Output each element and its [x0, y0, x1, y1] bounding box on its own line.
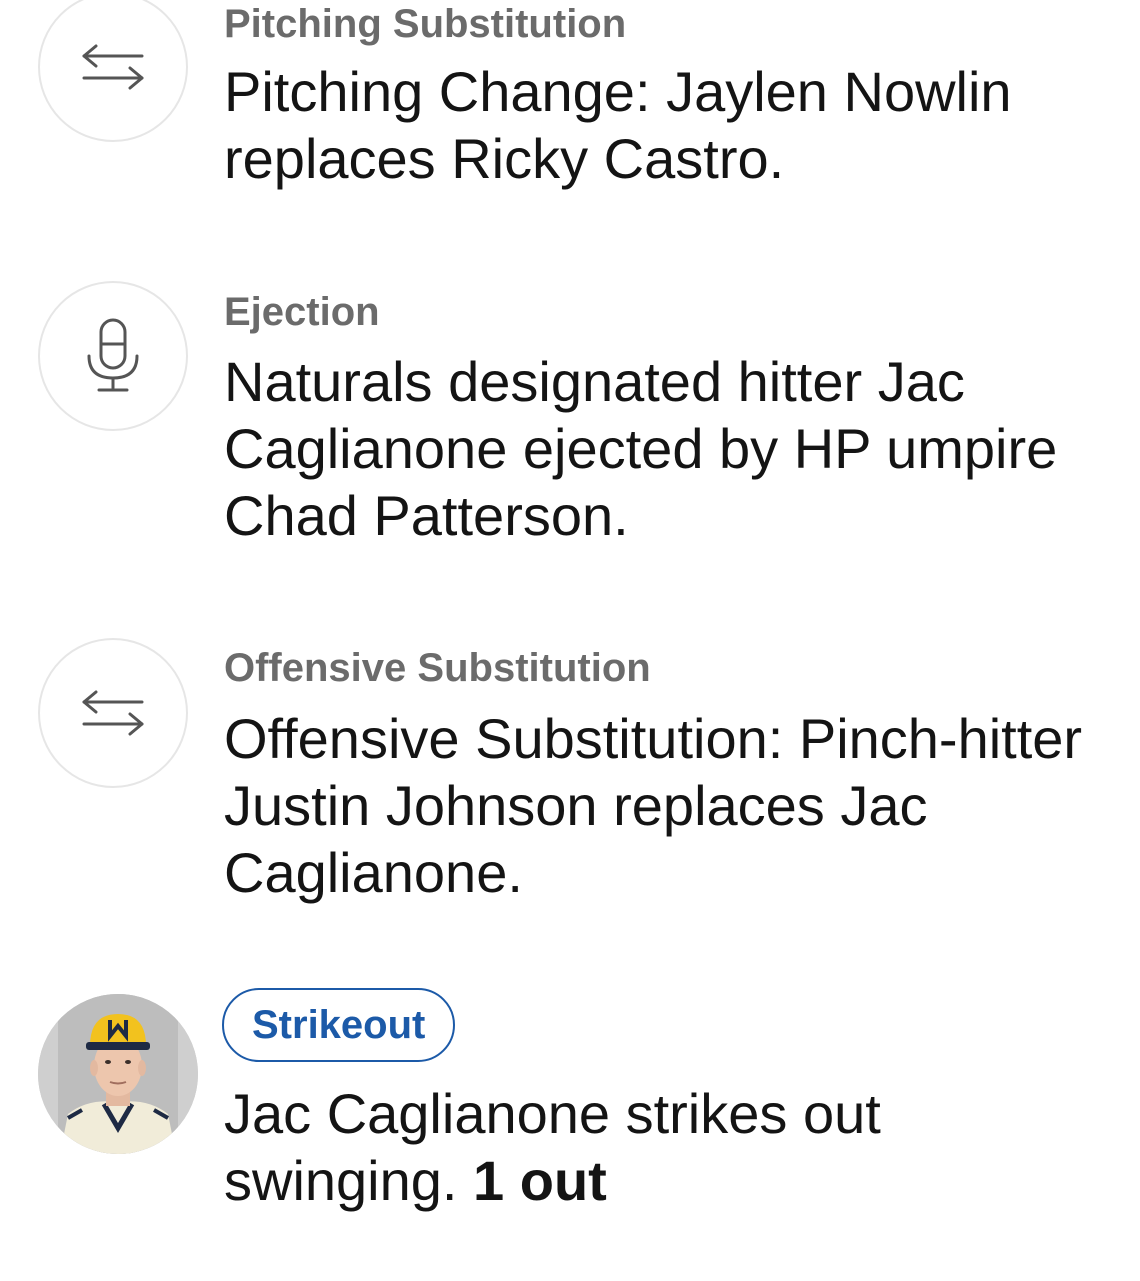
event-type-label: Pitching Substitution — [224, 2, 627, 46]
swap-arrows-icon — [82, 44, 144, 90]
swap-arrows-icon — [82, 690, 144, 736]
event-description: Naturals designated hitter Jac Caglianon… — [224, 350, 1058, 547]
event-description: Offensive Substitution: Pinch-hitter Jus… — [224, 707, 1083, 904]
event-description: Pitching Change: Jaylen Nowlin replaces … — [224, 60, 1012, 190]
player-photo-icon — [38, 994, 198, 1154]
strikeout-badge: Strikeout — [222, 988, 456, 1062]
microphone-icon — [87, 318, 139, 392]
event-icon-circle — [38, 281, 188, 431]
event-type-label: Ejection — [224, 290, 380, 334]
player-avatar — [38, 994, 198, 1154]
play-by-play-feed: Pitching Substitution Pitching Change: J… — [0, 0, 1140, 1281]
out-count: 1 out — [473, 1149, 607, 1212]
event-type-label: Offensive Substitution — [224, 646, 651, 690]
event-description: Jac Caglianone strikes out swinging. 1 o… — [224, 1080, 1104, 1214]
event-icon-circle — [38, 638, 188, 788]
event-icon-circle — [38, 0, 188, 142]
